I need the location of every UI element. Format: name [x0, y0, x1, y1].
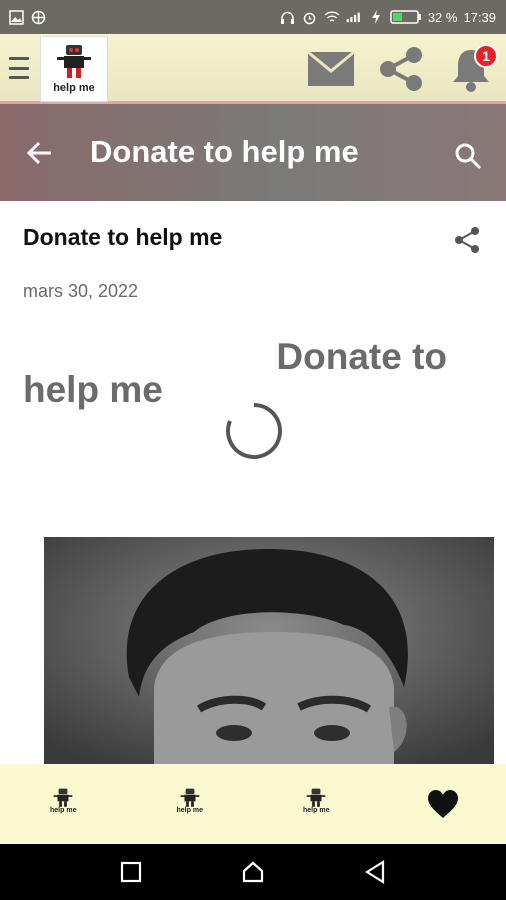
- alarm-icon: [302, 9, 318, 25]
- bottom-navigation: help me help me help me: [0, 764, 506, 844]
- status-bar: 32 % 17:39: [0, 0, 506, 34]
- search-button[interactable]: [452, 140, 484, 172]
- back-nav-button[interactable]: [355, 852, 395, 892]
- charging-icon: [368, 9, 384, 25]
- bottom-nav-item-3[interactable]: help me: [286, 774, 346, 834]
- post-title: Donate to help me: [23, 224, 223, 250]
- mail-button[interactable]: [306, 44, 356, 94]
- system-navigation: [0, 844, 506, 900]
- home-button[interactable]: [233, 852, 273, 892]
- top-actions: 1: [306, 42, 498, 96]
- arrow-back-icon: [26, 141, 51, 165]
- post-heading-line1: Donate to: [276, 336, 447, 377]
- app-bar: help me 1: [0, 34, 506, 104]
- back-button[interactable]: [24, 137, 56, 169]
- signal-icon: [346, 9, 362, 25]
- gallery-icon: [8, 9, 24, 25]
- menu-icon[interactable]: [9, 55, 29, 81]
- mail-icon: [307, 51, 355, 86]
- recents-button[interactable]: [111, 852, 151, 892]
- bottom-nav-item-4[interactable]: [413, 774, 473, 834]
- title-bar: Donate to help me: [0, 104, 506, 201]
- bottom-nav-label: help me: [176, 807, 203, 814]
- post-content: Donate to help me mars 30, 2022 Donate t…: [0, 201, 506, 764]
- headphones-icon: [280, 9, 296, 25]
- app-logo[interactable]: help me: [40, 36, 108, 102]
- post-share-button[interactable]: [452, 225, 482, 255]
- share-button[interactable]: [376, 44, 426, 94]
- bottom-nav-item-2[interactable]: help me: [160, 774, 220, 834]
- app-notification-icon: [30, 9, 46, 25]
- post-heading-line2: help me: [23, 369, 163, 410]
- share-icon: [380, 47, 422, 91]
- post-image: [44, 537, 494, 764]
- battery-level: 32 %: [427, 9, 458, 25]
- triangle-back-icon: [364, 860, 385, 884]
- wifi-icon: [324, 9, 340, 25]
- logo-icon: help me: [299, 787, 333, 821]
- logo-icon: help me: [46, 787, 80, 821]
- notifications-button[interactable]: 1: [446, 44, 498, 94]
- bottom-nav-label: help me: [303, 807, 330, 814]
- robot-logo-icon: [57, 45, 91, 78]
- battery-icon: [390, 9, 422, 25]
- logo-icon: help me: [173, 787, 207, 821]
- home-icon: [242, 861, 264, 883]
- logo-text: help me: [53, 82, 95, 94]
- status-right-icons: 32 % 17:39: [280, 0, 496, 34]
- clock: 17:39: [463, 9, 496, 25]
- page-title: Donate to help me: [90, 134, 359, 169]
- search-icon: [455, 143, 482, 170]
- bottom-nav-item-1[interactable]: help me: [33, 774, 93, 834]
- post-date: mars 30, 2022: [23, 281, 139, 301]
- loading-spinner-icon: [225, 402, 283, 460]
- square-icon: [120, 861, 142, 883]
- heart-icon: [427, 790, 458, 818]
- share-icon: [455, 227, 479, 253]
- notification-badge: 1: [474, 44, 498, 68]
- status-left-icons: [0, 9, 46, 25]
- bottom-nav-label: help me: [50, 807, 77, 814]
